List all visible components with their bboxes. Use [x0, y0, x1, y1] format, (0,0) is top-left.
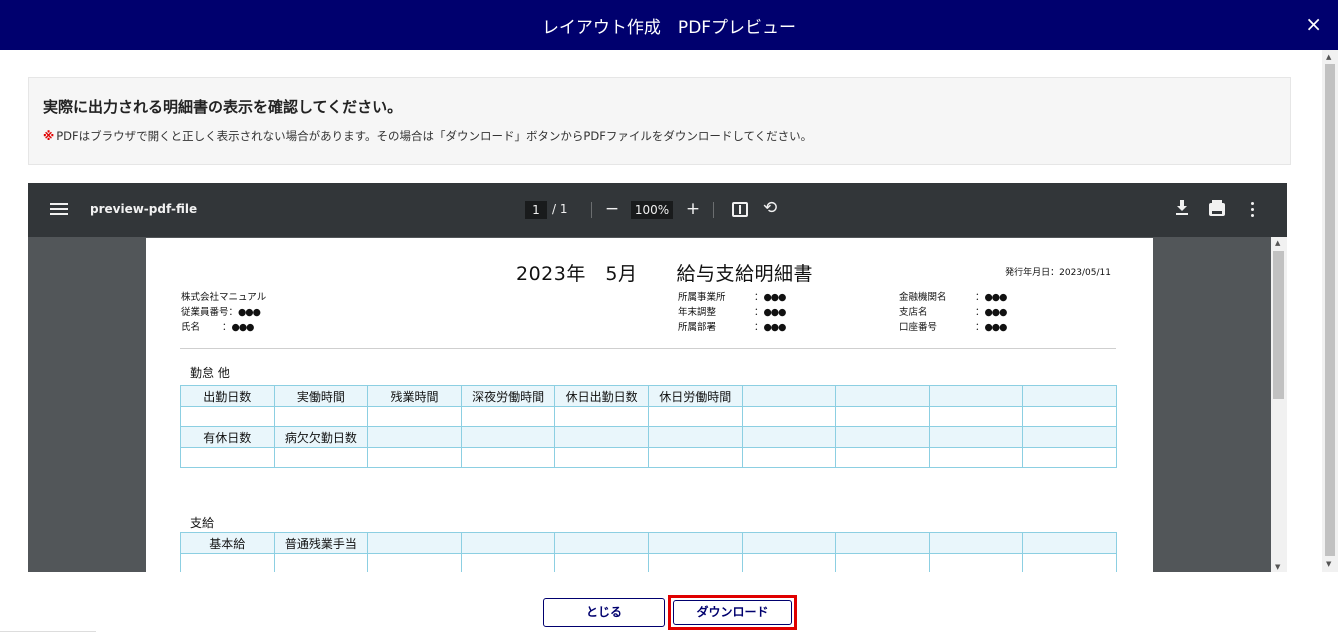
- info-row: 年末調整 ：●●●: [678, 307, 786, 318]
- table-cell: [367, 532, 462, 554]
- toolbar-divider: [713, 202, 714, 218]
- toolbar-divider: [591, 202, 592, 218]
- page-total: / 1: [552, 202, 568, 216]
- table-cell: [554, 426, 649, 448]
- dialog-title: レイアウト作成 PDFプレビュー: [541, 17, 797, 38]
- table-row: 出勤日数 実働時間 残業時間 深夜労働時間 休日出勤日数 休日労働時間: [180, 385, 1117, 407]
- fit-page-icon[interactable]: [732, 202, 748, 217]
- issue-date: 発行年月日：2023/05/11: [1005, 268, 1111, 278]
- table-cell: [460, 426, 556, 448]
- divider: [0, 631, 96, 632]
- close-icon[interactable]: ×: [1305, 13, 1322, 35]
- scrollbar-thumb[interactable]: [1273, 251, 1284, 399]
- table-row: 基本給 普通残業手当: [180, 532, 1117, 554]
- pdf-filename: preview-pdf-file: [90, 202, 198, 216]
- table-cell: [741, 532, 837, 554]
- table-row: [180, 406, 1117, 427]
- notice-heading: 実際に出力される明細書の表示を確認してください。: [43, 98, 403, 116]
- scroll-up-icon[interactable]: ▲: [1326, 53, 1331, 61]
- table-cell: [647, 426, 743, 448]
- print-icon[interactable]: [1209, 200, 1225, 216]
- table-cell: [928, 426, 1024, 448]
- pdf-page: 2023年 5月 給与支給明細書 発行年月日：2023/05/11 株式会社マニ…: [146, 238, 1153, 572]
- info-row: 支店名 ：●●●: [899, 307, 1007, 318]
- notice-box: 実際に出力される明細書の表示を確認してください。 ※ PDFはブラウザで開くと正し…: [28, 77, 1291, 165]
- info-row: 所属部署 ：●●●: [678, 322, 786, 333]
- company-name: 株式会社マニュアル: [181, 292, 267, 303]
- table-row: [180, 447, 1117, 468]
- table-cell: [647, 532, 743, 554]
- table-cell: [835, 532, 930, 554]
- section-pay-title: 支給: [190, 516, 215, 530]
- dialog-header: レイアウト作成 PDFプレビュー ×: [0, 0, 1338, 50]
- table-cell: [928, 532, 1024, 554]
- menu-icon[interactable]: [50, 200, 68, 220]
- table-cell: 残業時間: [367, 385, 462, 407]
- document-title: 2023年 5月 給与支給明細書: [516, 263, 813, 285]
- employee-number: 従業員番号：●●●: [181, 307, 261, 318]
- table-cell: [928, 385, 1024, 407]
- scroll-up-icon[interactable]: ▲: [1275, 239, 1280, 247]
- info-row: 口座番号 ：●●●: [899, 322, 1007, 333]
- pdf-toolbar: preview-pdf-file 1 / 1 − 100% + ⟲: [28, 183, 1287, 237]
- table-cell: 基本給: [180, 532, 275, 554]
- warning-mark: ※: [43, 129, 55, 143]
- download-button[interactable]: ダウンロード: [668, 595, 797, 630]
- info-row: 所属事業所 ：●●●: [678, 292, 786, 303]
- table-cell: [1022, 426, 1117, 448]
- scroll-down-icon[interactable]: ▼: [1275, 563, 1280, 571]
- notice-text: PDFはブラウザで開くと正しく表示されない場合があります。その場合は「ダウンロー…: [56, 129, 813, 143]
- table-cell: [460, 532, 556, 554]
- attendance-table: 出勤日数 実働時間 残業時間 深夜労働時間 休日出勤日数 休日労働時間 有休日数 病欠欠勤日…: [180, 385, 1117, 468]
- table-cell: [367, 426, 462, 448]
- table-cell: 深夜労働時間: [460, 385, 556, 407]
- table-cell: [741, 385, 837, 407]
- table-cell: 休日労働時間: [647, 385, 743, 407]
- scroll-down-icon[interactable]: ▼: [1326, 560, 1331, 568]
- table-row: [180, 553, 1117, 572]
- scrollbar-thumb[interactable]: [1325, 64, 1335, 556]
- info-row: 金融機関名 ：●●●: [899, 292, 1007, 303]
- table-cell: 普通残業手当: [273, 532, 369, 554]
- section-attendance-title: 勤怠 他: [190, 366, 230, 380]
- table-cell: [1022, 532, 1117, 554]
- dialog-scrollbar[interactable]: ▲ ▼: [1322, 50, 1338, 572]
- page-number-input[interactable]: 1: [525, 201, 547, 219]
- employee-info: 株式会社マニュアル 従業員番号：●●● 氏名 ：●●●: [181, 290, 266, 335]
- notice-text-line: ※ PDFはブラウザで開くと正しく表示されない場合があります。その場合は「ダウンロ…: [43, 128, 812, 144]
- divider: [180, 348, 1116, 349]
- table-cell: 実働時間: [273, 385, 369, 407]
- more-options-icon[interactable]: [1250, 202, 1256, 218]
- download-icon[interactable]: [1174, 198, 1190, 220]
- pay-table: 基本給 普通残業手当: [180, 532, 1117, 572]
- zoom-out-button[interactable]: −: [601, 197, 623, 221]
- table-cell: 有休日数: [180, 426, 275, 448]
- table-cell: [835, 426, 930, 448]
- table-cell: [1022, 385, 1117, 407]
- table-cell: 休日出勤日数: [554, 385, 649, 407]
- table-cell: [554, 532, 649, 554]
- bank-info: 金融機関名 ：●●● 支店名 ：●●● 口座番号 ：●●●: [899, 290, 1007, 335]
- department-info: 所属事業所 ：●●● 年末調整 ：●●● 所属部署 ：●●●: [678, 290, 786, 335]
- pdf-scrollbar[interactable]: ▲ ▼: [1271, 237, 1287, 572]
- download-button-label: ダウンロード: [673, 600, 792, 625]
- pdf-viewer: preview-pdf-file 1 / 1 − 100% + ⟲ 2023年 …: [28, 183, 1287, 572]
- table-cell: 出勤日数: [180, 385, 275, 407]
- zoom-in-button[interactable]: +: [682, 197, 704, 221]
- employee-name: 氏名 ：●●●: [181, 322, 254, 333]
- table-cell: [741, 426, 837, 448]
- table-cell: 病欠欠勤日数: [273, 426, 369, 448]
- table-cell: [835, 385, 930, 407]
- rotate-icon[interactable]: ⟲: [763, 198, 777, 218]
- dialog-footer: とじる ダウンロード: [0, 572, 1338, 634]
- zoom-level-input[interactable]: 100%: [631, 201, 673, 219]
- table-row: 有休日数 病欠欠勤日数: [180, 426, 1117, 448]
- close-button[interactable]: とじる: [543, 598, 665, 627]
